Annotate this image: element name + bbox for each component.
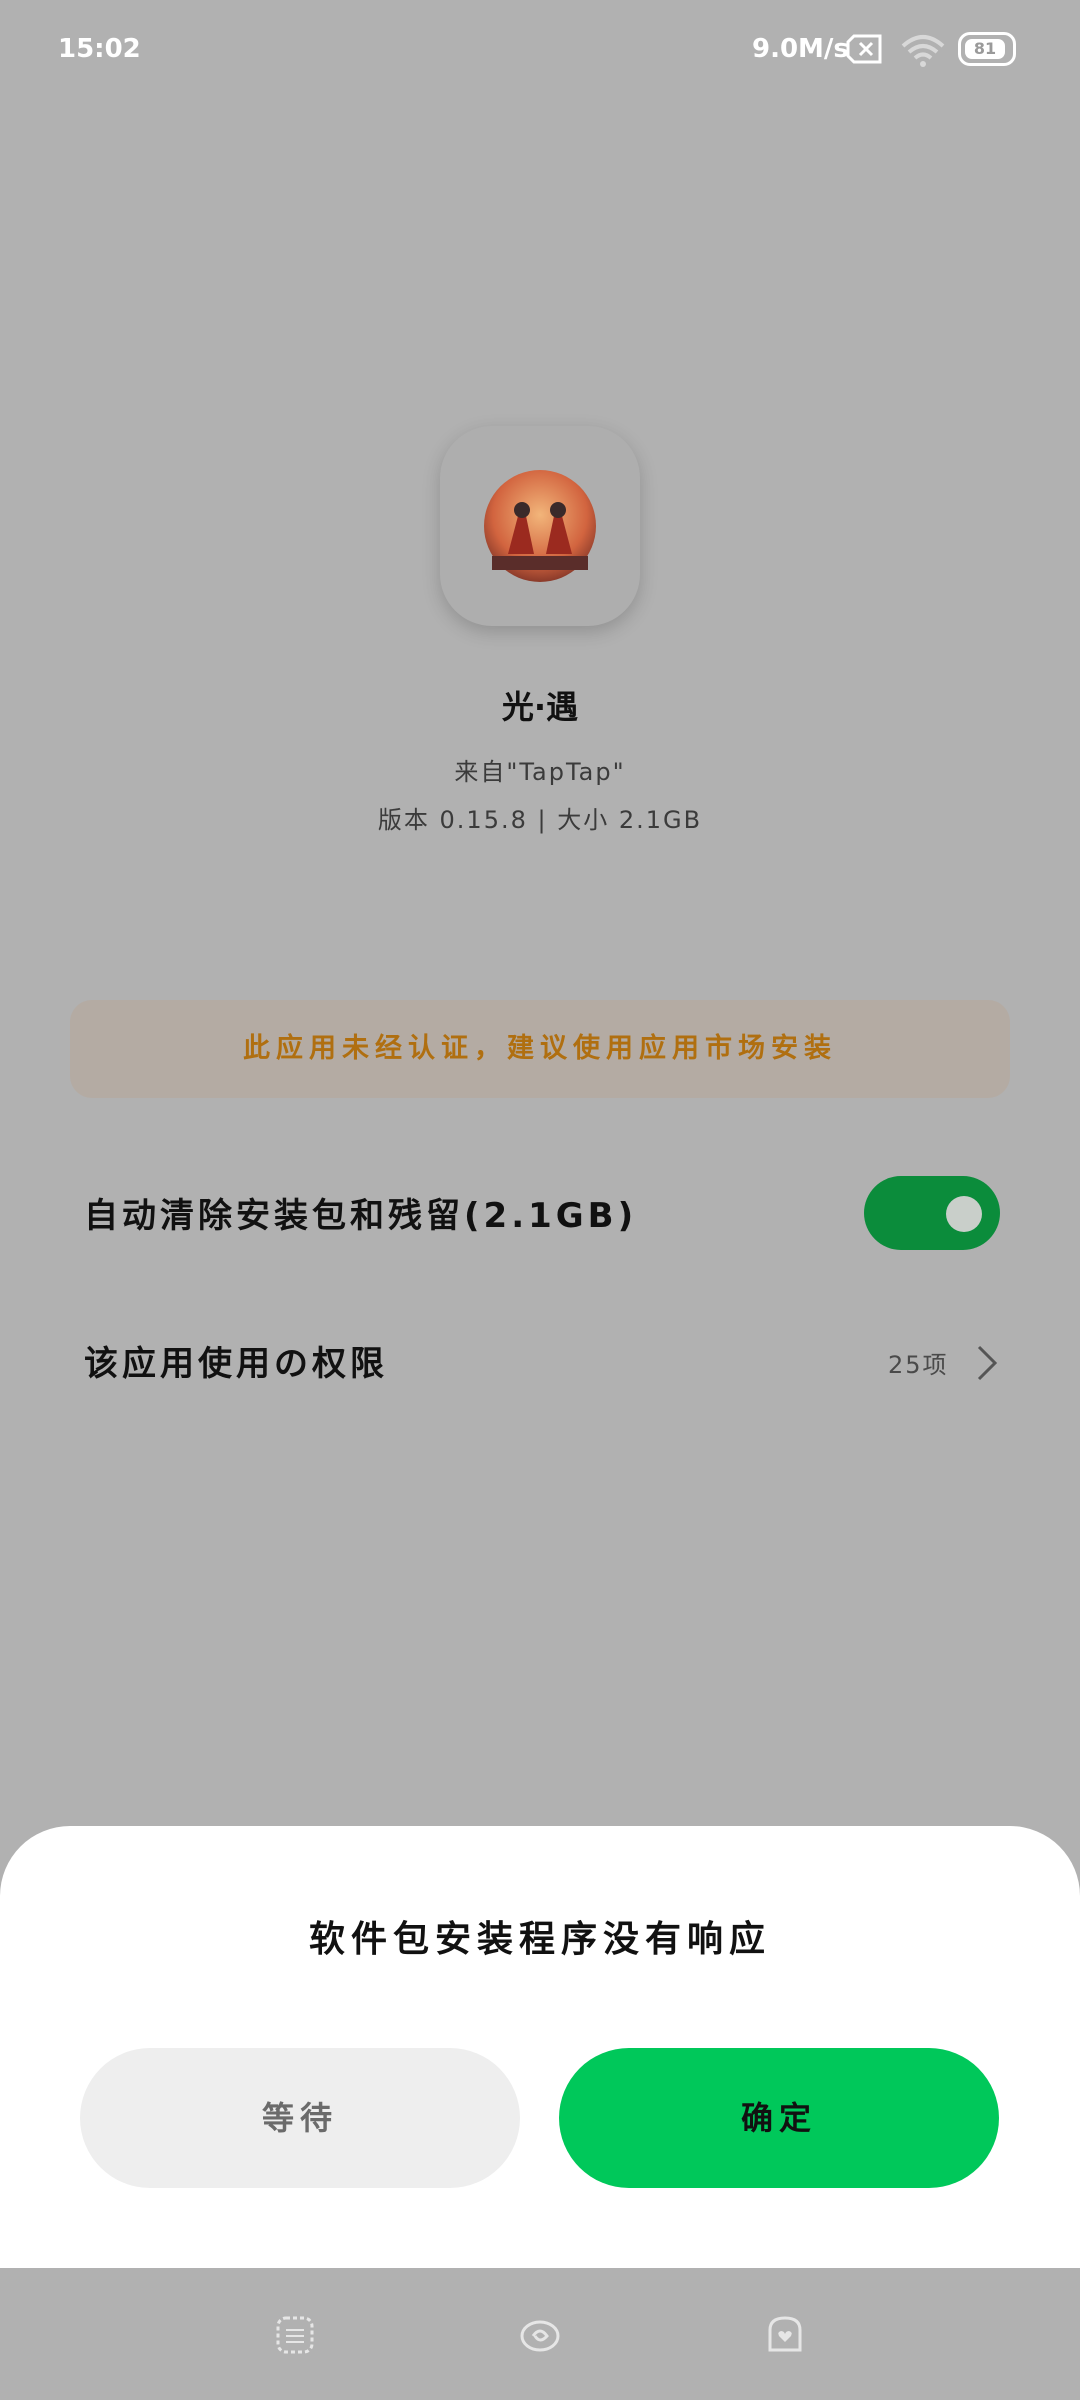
status-time: 15:02	[58, 34, 141, 64]
back-icon[interactable]	[764, 2314, 806, 2356]
battery-level: 81	[965, 39, 1005, 59]
dialog-title: 软件包安装程序没有响应	[308, 1919, 771, 1960]
app-source: 来自"TapTap"	[454, 758, 626, 786]
auto-clean-label: 自动清除安装包和残留(2.1GB)	[84, 1196, 638, 1236]
permissions-row[interactable]: 该应用使用の权限	[84, 1336, 1000, 1396]
ok-button[interactable]: 确定	[559, 2048, 999, 2188]
chevron-right-icon[interactable]	[976, 1344, 998, 1382]
dialog-sheet: 软件包安装程序没有响应 等待 确定	[0, 1826, 1080, 2268]
app-meta: 版本 0.15.8 | 大小 2.1GB	[377, 806, 703, 834]
toggle-knob	[946, 1196, 982, 1232]
app-name: 光·遇	[501, 688, 579, 726]
permissions-count: 25项	[888, 1351, 949, 1379]
home-icon[interactable]	[519, 2314, 561, 2356]
app-icon	[440, 426, 640, 626]
warning-banner: 此应用未经认证，建议使用应用市场安装	[70, 1000, 1010, 1098]
battery-icon: 81	[958, 32, 1016, 66]
navigation-bar	[0, 2268, 1080, 2400]
sim-x-icon	[846, 34, 882, 64]
auto-clean-toggle[interactable]	[864, 1176, 1000, 1250]
network-speed: 9.0M/s	[752, 34, 849, 64]
wait-button[interactable]: 等待	[80, 2048, 520, 2188]
status-bar: 15:02 9.0M/s 81	[0, 0, 1080, 104]
wifi-icon	[901, 35, 945, 67]
app-icon-art	[484, 470, 596, 582]
menu-icon[interactable]	[274, 2314, 316, 2356]
